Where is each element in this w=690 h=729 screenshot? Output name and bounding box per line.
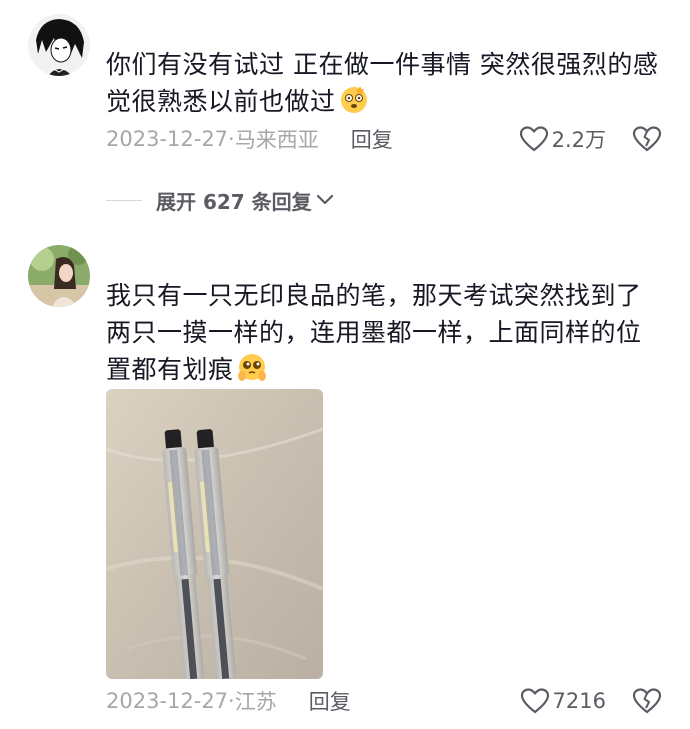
- reply-button[interactable]: 回复: [351, 124, 393, 154]
- comment-text: 你们有没有试过 正在做一件事情 突然很强烈的感觉很熟悉以前也做过: [106, 46, 666, 120]
- dislike-button[interactable]: [632, 124, 662, 154]
- meta-separator: ·: [228, 127, 235, 151]
- like-button[interactable]: 7216: [520, 686, 606, 716]
- comment-meta: 2023-12-27 · 马来西亚 回复: [106, 124, 393, 154]
- comment-date: 2023-12-27: [106, 127, 229, 151]
- chevron-down-icon: [316, 194, 333, 205]
- divider: [106, 199, 142, 201]
- expand-replies-label: 展开 627 条回复: [156, 189, 312, 214]
- broken-heart-icon: [632, 126, 662, 152]
- dizzy-face-emoji: [340, 86, 367, 113]
- dislike-button[interactable]: [632, 686, 662, 716]
- heart-icon: [519, 126, 548, 152]
- broken-heart-icon: [632, 688, 662, 714]
- comment-content: 我只有一只无印良品的笔，那天考试突然找到了两只一摸一样的，连用墨都一样，上面同样…: [106, 281, 642, 384]
- heart-icon: [520, 688, 549, 714]
- comment-text: 我只有一只无印良品的笔，那天考试突然找到了两只一摸一样的，连用墨都一样，上面同样…: [106, 277, 666, 388]
- pleading-face-emoji: [237, 354, 266, 381]
- comment-image[interactable]: [106, 389, 323, 679]
- comment-location: 江苏: [234, 690, 277, 714]
- expand-replies-button[interactable]: 展开 627 条回复: [106, 186, 334, 214]
- comment-date: 2023-12-27: [106, 689, 229, 713]
- avatar[interactable]: [28, 245, 90, 307]
- comment-content: 你们有没有试过 正在做一件事情 突然很强烈的感觉很熟悉以前也做过: [106, 50, 659, 116]
- comment-meta: 2023-12-27 · 江苏 回复: [106, 686, 351, 716]
- meta-separator: ·: [228, 689, 235, 713]
- comment-location: 马来西亚: [234, 128, 319, 152]
- photo-avatar-icon: [28, 245, 90, 307]
- like-button[interactable]: 2.2万: [519, 124, 606, 154]
- avatar[interactable]: [28, 14, 90, 76]
- anime-avatar-icon: [28, 14, 90, 76]
- reply-button[interactable]: 回复: [309, 686, 351, 716]
- pens-photo: [106, 389, 323, 679]
- like-count: 2.2万: [551, 128, 606, 152]
- like-count: 7216: [552, 689, 606, 713]
